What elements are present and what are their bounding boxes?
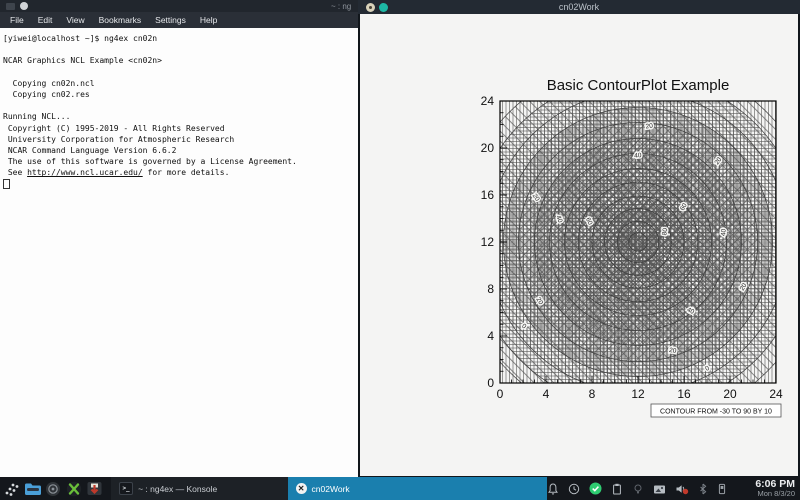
y-tick-label: 0 [487, 376, 494, 390]
contour-label: 20 [669, 347, 678, 355]
bluetooth-icon[interactable] [698, 483, 708, 495]
contour-info-text: CONTOUR FROM -30 TO 90 BY 10 [660, 409, 772, 416]
terminal-line [3, 100, 364, 111]
menu-bookmarks[interactable]: Bookmarks [92, 12, 149, 28]
clock-tray-icon[interactable] [568, 483, 580, 495]
media-app-icon[interactable] [45, 480, 63, 498]
konsole-title: ~ : ng [331, 2, 351, 11]
konsole-icon: >_ [119, 482, 133, 495]
terminal-line: NCAR Graphics NCL Example <cn02n> [3, 55, 364, 66]
konsole-titlebar[interactable]: ~ : ng [0, 0, 364, 12]
terminal-cursor [3, 179, 10, 189]
system-tray [547, 482, 727, 495]
terminal-line: Copying cn02n.ncl [3, 78, 364, 89]
screenshots-icon[interactable] [653, 483, 666, 495]
x-tick-label: 8 [589, 387, 596, 401]
package-manager-icon[interactable] [86, 480, 104, 498]
taskbar-item-konsole[interactable]: >_ ~ : ng4ex — Konsole [111, 477, 287, 500]
updates-ok-icon[interactable] [589, 482, 602, 495]
terminal-line: [yiwei@localhost ~]$ ng4ex cn02n [3, 33, 364, 44]
taskbar-item-label: cn02Work [312, 484, 350, 494]
cn02work-window: cn02Work Basic ContourPlot Example 0 4 8 12 1… [358, 0, 800, 478]
contour-label: 40 [720, 228, 728, 236]
file-manager-icon[interactable] [24, 480, 42, 498]
contour-plot-svg: Basic ContourPlot Example 0 4 8 12 16 20 24 0 4 8 1… [470, 60, 800, 430]
taskbar: >_ ~ : ng4ex — Konsole ✕ cn02Work [0, 477, 800, 500]
plot-title: Basic ContourPlot Example [547, 77, 730, 94]
terminal-line [3, 67, 364, 78]
menu-edit[interactable]: Edit [31, 12, 60, 28]
y-tick-label: 4 [487, 329, 494, 343]
x-tick-label: 16 [677, 387, 691, 401]
x-tick-label: 24 [769, 387, 783, 401]
contour-band-90 [629, 233, 647, 251]
app-launcher-icon[interactable] [3, 480, 21, 498]
device-icon[interactable] [717, 483, 727, 495]
contour-bands [470, 60, 800, 425]
y-tick-label: 16 [481, 188, 495, 202]
x-tick-label: 20 [723, 387, 737, 401]
terminal-line: Copying cn02.res [3, 89, 364, 100]
konsole-window: ~ : ng FileEditViewBookmarksSettingsHelp… [0, 0, 364, 477]
clock-date: Mon 8/3/20 [735, 490, 795, 498]
menu-view[interactable]: View [59, 12, 91, 28]
y-tick-label: 24 [481, 94, 495, 108]
terminal-output[interactable]: [yiwei@localhost ~]$ ng4ex cn02n NCAR Gr… [0, 28, 364, 477]
terminal-line: Copyright (C) 1995-2019 - All Rights Res… [3, 123, 364, 134]
notifications-icon[interactable] [547, 483, 559, 495]
menu-help[interactable]: Help [193, 12, 224, 28]
night-light-icon[interactable] [632, 483, 644, 495]
contour-label: 20 [645, 123, 654, 131]
y-tick-label: 20 [481, 141, 495, 155]
terminal-line: Running NCL... [3, 111, 364, 122]
x11-window-icon: ✕ [296, 483, 307, 494]
y-tick-label: 12 [481, 235, 495, 249]
terminal-line [3, 44, 364, 55]
terminal-line: The use of this software is governed by … [3, 156, 364, 167]
taskbar-item-cn02work[interactable]: ✕ cn02Work [288, 477, 547, 500]
terminal-link[interactable]: http://www.ncl.ucar.edu/ [27, 168, 143, 177]
window-button-icon[interactable] [6, 3, 15, 10]
terminal-line: NCAR Command Language Version 6.6.2 [3, 145, 364, 156]
cn02work-title: cn02Work [358, 2, 800, 12]
menu-file[interactable]: File [3, 12, 31, 28]
contour-label: 40 [634, 152, 642, 160]
x-tick-label: 0 [497, 387, 504, 401]
menu-bar: FileEditViewBookmarksSettingsHelp [0, 12, 364, 28]
terminal-line: See http://www.ncl.ucar.edu/ for more de… [3, 167, 364, 178]
menu-settings[interactable]: Settings [148, 12, 193, 28]
taskbar-item-label: ~ : ng4ex — Konsole [138, 484, 217, 494]
terminal-line: University Corporation for Atmospheric R… [3, 134, 364, 145]
window-button-icon[interactable] [20, 2, 28, 10]
clock-widget[interactable]: 6:06 PM Mon 8/3/20 [735, 479, 795, 498]
x-tick-label: 12 [631, 387, 645, 401]
x-tick-label: 4 [543, 387, 550, 401]
cn02work-titlebar[interactable]: cn02Work [358, 0, 800, 14]
volume-muted-icon[interactable] [675, 483, 689, 495]
x11-app-icon[interactable] [65, 480, 83, 498]
y-tick-label: 8 [487, 282, 494, 296]
clipboard-icon[interactable] [611, 483, 623, 495]
